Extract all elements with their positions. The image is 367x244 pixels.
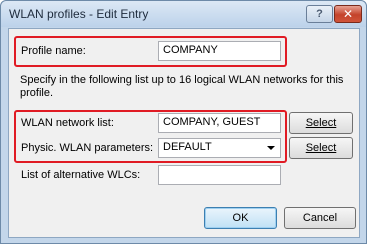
wlan-network-list-label: WLAN network list: <box>21 117 114 129</box>
select-physic-params-button[interactable]: Select <box>289 137 353 159</box>
ok-button[interactable]: OK <box>204 207 277 229</box>
physic-wlan-params-select[interactable]: DEFAULT <box>158 138 281 158</box>
window-title: WLAN profiles - Edit Entry <box>9 7 149 21</box>
physic-wlan-params-label: Physic. WLAN parameters: <box>21 142 154 154</box>
select-wlan-list-button[interactable]: Select <box>289 112 353 134</box>
help-button[interactable]: ? <box>306 5 333 23</box>
close-button[interactable]: ✕ <box>334 5 362 23</box>
alt-wlc-input[interactable] <box>158 165 281 185</box>
cancel-label: Cancel <box>302 212 338 224</box>
select-physic-params-label: Select <box>305 142 337 154</box>
dialog-window: WLAN profiles - Edit Entry ? ✕ Profile n… <box>0 0 367 244</box>
help-icon: ? <box>316 8 323 20</box>
profile-name-label: Profile name: <box>21 45 86 57</box>
ok-label: OK <box>232 212 249 224</box>
dialog-body: Profile name: COMPANY Specify in the fol… <box>8 28 360 238</box>
alt-wlc-label: List of alternative WLCs: <box>21 169 141 181</box>
cancel-button[interactable]: Cancel <box>284 207 356 229</box>
profile-name-input[interactable]: COMPANY <box>158 41 281 61</box>
select-wlan-list-label: Select <box>305 117 337 129</box>
description-text: Specify in the following list up to 16 l… <box>20 74 344 99</box>
chevron-down-icon <box>267 146 275 150</box>
wlan-network-list-input[interactable]: COMPANY, GUEST <box>158 113 281 133</box>
close-icon: ✕ <box>342 7 354 21</box>
title-bar: WLAN profiles - Edit Entry ? ✕ <box>1 1 366 27</box>
physic-wlan-params-value: DEFAULT <box>163 141 212 153</box>
